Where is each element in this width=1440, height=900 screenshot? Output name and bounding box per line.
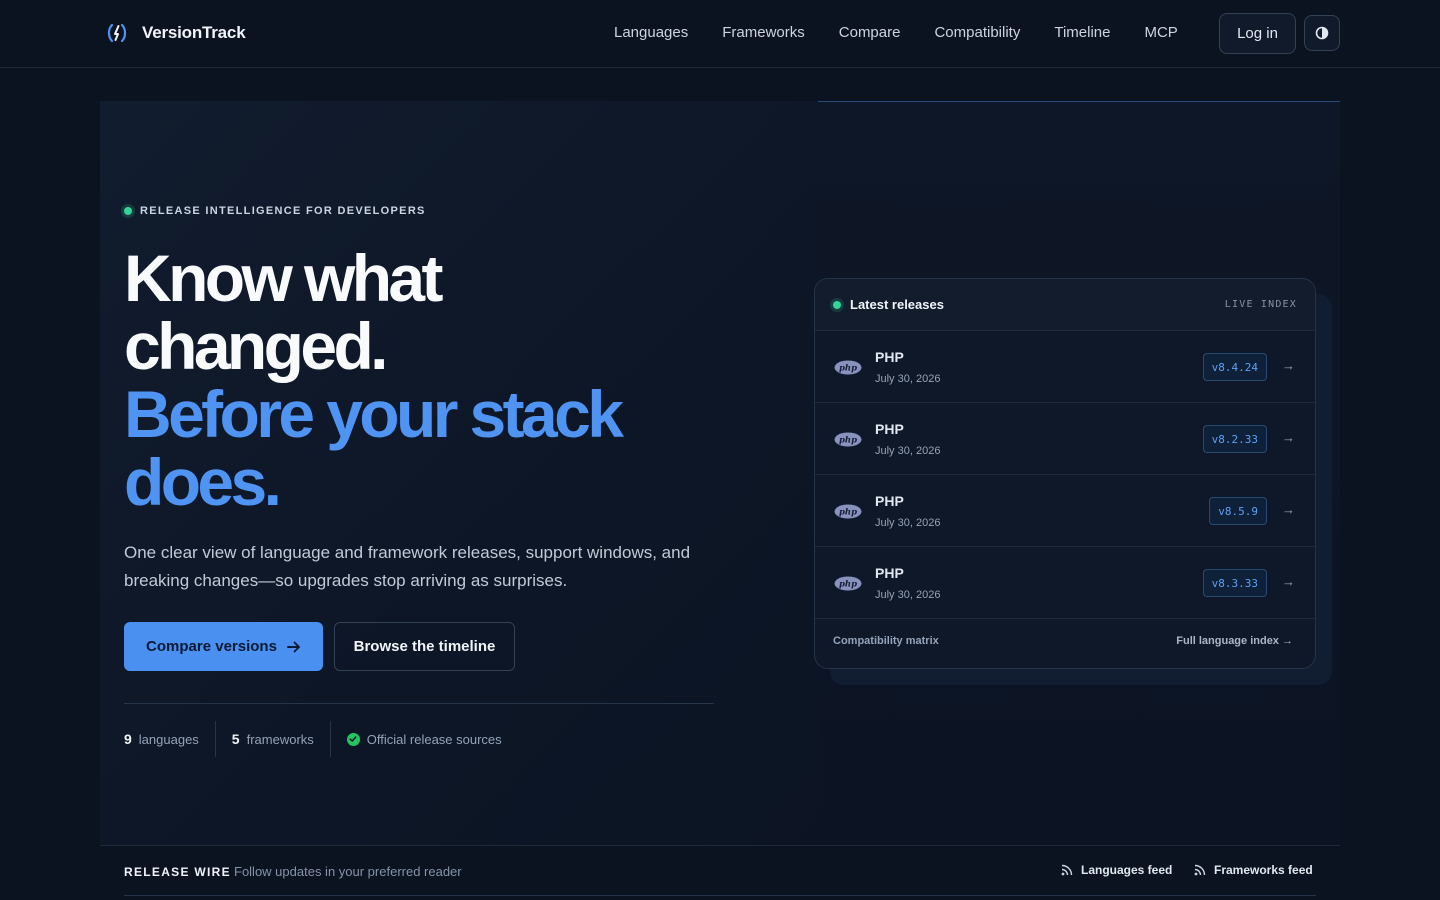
nav-link-languages[interactable]: Languages xyxy=(614,24,688,41)
stat-languages: 9 languages xyxy=(124,721,215,757)
version-badge: v8.2.33 xyxy=(1202,425,1267,453)
wire-divider xyxy=(124,895,1316,896)
eyebrow-text: RELEASE INTELLIGENCE FOR DEVELOPERS xyxy=(140,205,426,217)
release-date: July 30, 2026 xyxy=(875,517,941,529)
svg-text:php: php xyxy=(839,580,857,590)
languages-feed-link[interactable]: Languages feed xyxy=(1061,863,1172,877)
login-button[interactable]: Log in xyxy=(1219,13,1296,54)
theme-toggle-button[interactable] xyxy=(1304,15,1340,51)
hero-subtitle: One clear view of language and framework… xyxy=(124,543,691,590)
nav-link-frameworks[interactable]: Frameworks xyxy=(722,24,805,41)
arrow-right-icon: → xyxy=(1282,430,1295,445)
browse-timeline-button[interactable]: Browse the timeline xyxy=(334,622,515,671)
rss-icon xyxy=(1061,864,1073,876)
compatibility-matrix-link[interactable]: Compatibility matrix xyxy=(833,635,939,647)
primary-nav: Languages Frameworks Compare Compatibili… xyxy=(614,24,1178,41)
release-name: PHP xyxy=(875,349,904,365)
version-badge: v8.5.9 xyxy=(1209,497,1267,525)
nav-link-timeline[interactable]: Timeline xyxy=(1054,24,1110,41)
brand-name: VersionTrack xyxy=(142,23,246,42)
nav-link-compatibility[interactable]: Compatibility xyxy=(934,24,1020,41)
arrow-right-icon xyxy=(286,641,300,652)
sources-label: Official release sources xyxy=(366,731,502,747)
release-name: PHP xyxy=(875,565,904,581)
live-dot-icon xyxy=(833,301,841,309)
live-index-badge: LIVE INDEX xyxy=(1224,299,1297,310)
headline-line-3: Before your stack xyxy=(124,377,624,451)
release-date: July 30, 2026 xyxy=(875,589,941,601)
release-row[interactable]: php PHP July 30, 2026 v8.3.33 → xyxy=(815,547,1315,619)
frameworks-label: frameworks xyxy=(246,731,314,747)
nav-link-mcp[interactable]: MCP xyxy=(1144,24,1177,41)
release-row[interactable]: php PHP July 30, 2026 v8.4.24 → xyxy=(815,331,1315,403)
php-logo-icon: php xyxy=(834,360,862,375)
nav-link-compare[interactable]: Compare xyxy=(839,24,901,41)
languages-count: 9 xyxy=(124,731,132,747)
contrast-icon xyxy=(1315,26,1329,40)
brand-link[interactable]: VersionTrack xyxy=(106,22,246,44)
languages-feed-label: Languages feed xyxy=(1081,863,1173,877)
headline-line-1: Know what xyxy=(124,241,444,315)
arrow-right-icon: → xyxy=(1282,502,1295,517)
rss-icon xyxy=(1194,864,1206,876)
check-circle-icon xyxy=(346,732,360,746)
stat-sources: Official release sources xyxy=(329,721,518,757)
frameworks-feed-link[interactable]: Frameworks feed xyxy=(1194,863,1313,877)
compare-versions-label: Compare versions xyxy=(146,638,277,655)
php-logo-icon: php xyxy=(834,504,862,519)
release-wire-subtitle: Follow updates in your preferred reader xyxy=(234,864,462,879)
headline-line-4: does. xyxy=(124,445,282,519)
release-date: July 30, 2026 xyxy=(875,373,941,385)
release-name: PHP xyxy=(875,493,904,509)
live-dot-icon xyxy=(124,207,132,215)
full-language-index-link[interactable]: Full language index → xyxy=(1176,635,1293,647)
hero-headline: Know what changed. Before your stack doe… xyxy=(124,244,744,516)
latest-releases-card: Latest releases LIVE INDEX php PHP July … xyxy=(814,278,1316,669)
version-badge: v8.4.24 xyxy=(1202,353,1267,381)
stat-frameworks: 5 frameworks xyxy=(214,721,330,757)
release-row[interactable]: php PHP July 30, 2026 v8.2.33 → xyxy=(815,403,1315,475)
svg-text:php: php xyxy=(839,508,857,518)
svg-text:php: php xyxy=(839,364,857,374)
frameworks-count: 5 xyxy=(231,731,240,747)
release-wire-bar: RELEASE WIRE Follow updates in your pref… xyxy=(100,845,1340,896)
card-footer: Compatibility matrix Full language index… xyxy=(815,619,1315,668)
languages-label: languages xyxy=(138,731,199,747)
card-header: Latest releases LIVE INDEX xyxy=(815,279,1315,331)
php-logo-icon: php xyxy=(834,432,862,447)
headline-line-2: changed. xyxy=(124,309,389,383)
version-badge: v8.3.33 xyxy=(1202,569,1267,597)
frameworks-feed-label: Frameworks feed xyxy=(1214,863,1313,877)
arrow-right-icon: → xyxy=(1282,574,1295,589)
card-title: Latest releases xyxy=(850,297,944,312)
release-row[interactable]: php PHP July 30, 2026 v8.5.9 → xyxy=(815,475,1315,547)
top-nav: VersionTrack Languages Frameworks Compar… xyxy=(0,0,1440,68)
release-wire-title: RELEASE WIRE xyxy=(124,865,231,879)
hero-eyebrow: RELEASE INTELLIGENCE FOR DEVELOPERS xyxy=(124,205,426,217)
svg-text:php: php xyxy=(839,436,857,446)
release-date: July 30, 2026 xyxy=(875,445,941,457)
release-name: PHP xyxy=(875,421,904,437)
php-logo-icon: php xyxy=(834,576,862,591)
compare-versions-button[interactable]: Compare versions xyxy=(124,622,323,671)
versiontrack-logo-icon xyxy=(107,23,127,43)
hero-stats: 9 languages 5 frameworks Official releas… xyxy=(124,721,518,757)
stats-divider xyxy=(124,703,714,704)
arrow-right-icon: → xyxy=(1282,358,1295,373)
